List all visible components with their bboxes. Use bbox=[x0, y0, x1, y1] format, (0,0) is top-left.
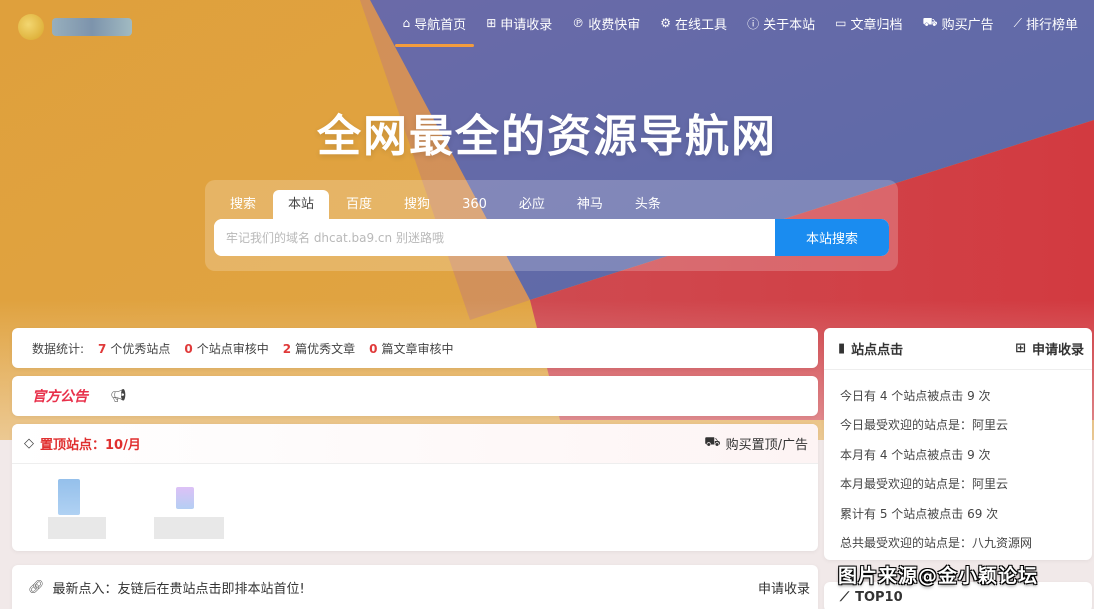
pinned-sites-card: ◇ 置顶站点：10/月 ⛟ 购买置顶/广告 bbox=[12, 424, 818, 551]
site-clicks-line: 累计有 5 个站点被点击 69 次 bbox=[840, 506, 999, 521]
plus-square-icon: ⊞ bbox=[486, 16, 497, 30]
search-engine-tabs: 搜索 本站 百度 搜狗 360 必应 神马 头条 bbox=[215, 190, 678, 220]
nav-item-5[interactable]: ▭ 文章归档 bbox=[835, 0, 902, 46]
latest-visits-bar: 🔗︎ 最新点入：友链后在贵站点击即排本站首位! 申请收录 bbox=[12, 565, 818, 609]
search-tab-6[interactable]: 神马 bbox=[562, 190, 618, 220]
nav-item-4[interactable]: ⓘ 关于本站 bbox=[747, 0, 815, 46]
nav-item-label: 申请收录 bbox=[500, 17, 553, 33]
stat-count: 2 bbox=[282, 341, 292, 356]
nav-item-1[interactable]: ⊞ 申请收录 bbox=[486, 0, 552, 46]
nav-item-label: 收费快审 bbox=[588, 17, 641, 33]
buy-pinned-link[interactable]: ⛟ 购买置顶/广告 bbox=[704, 434, 808, 453]
logo-mark-icon bbox=[18, 14, 44, 40]
stat-item: 7 个优秀站点 bbox=[98, 340, 170, 357]
hero-title: 全网最全的资源导航网 bbox=[317, 111, 777, 162]
cart-icon: ⛟ bbox=[922, 15, 938, 29]
search-tab-2[interactable]: 百度 bbox=[331, 190, 387, 220]
stat-item: 0 个站点审核中 bbox=[184, 340, 268, 357]
stat-item: 2 篇优秀文章 bbox=[283, 340, 355, 357]
info-icon: ⓘ bbox=[747, 16, 760, 31]
stat-count: 0 bbox=[184, 341, 193, 356]
nav-item-3[interactable]: ⚙ 在线工具 bbox=[660, 0, 727, 46]
site-clicks-header: ▮ 站点点击 ⊞ 申请收录 bbox=[824, 328, 1092, 370]
cart-icon: ⛟ bbox=[704, 435, 721, 450]
search-input[interactable] bbox=[214, 219, 775, 256]
site-clicks-title: 站点点击 bbox=[851, 343, 904, 358]
search-tab-3[interactable]: 搜狗 bbox=[389, 190, 445, 220]
pinned-title: 置顶站点：10/月 bbox=[40, 438, 141, 453]
stat-count: 0 bbox=[369, 341, 378, 356]
site-clicks-list: 今日有 4 个站点被点击 9 次今日最受欢迎的站点是：阿里云 本月有 4 个站点被… bbox=[824, 370, 1092, 558]
apply-label: 申请收录 bbox=[1031, 343, 1084, 358]
stats-label: 数据统计: bbox=[32, 341, 85, 356]
paypal-icon: ℗ bbox=[572, 16, 585, 30]
nav-item-6[interactable]: ⛟ 购买广告 bbox=[922, 0, 993, 46]
notice-bar: 官方公告 📢︎ bbox=[12, 376, 818, 416]
site-logo[interactable] bbox=[18, 10, 138, 44]
nav-item-label: 购买广告 bbox=[941, 17, 994, 33]
site-clicks-line: 本月最受欢迎的站点是：阿里云 bbox=[840, 477, 1009, 492]
line-chart-icon: ⟋ bbox=[1013, 15, 1022, 30]
stat-count: 7 bbox=[98, 341, 107, 356]
search-tab-1[interactable]: 本站 bbox=[273, 190, 330, 220]
stat-label: 个站点审核中 bbox=[196, 341, 269, 356]
apply-link[interactable]: 申请收录 bbox=[758, 578, 810, 597]
top10-title: TOP10 bbox=[855, 589, 903, 605]
search-button[interactable]: 本站搜索 bbox=[775, 219, 889, 256]
search-tab-5[interactable]: 必应 bbox=[504, 190, 560, 220]
gears-icon: ⚙ bbox=[660, 16, 672, 30]
main-nav: ⌂ 导航首页 ⊞ 申请收录 ℗ 收费快审 ⚙ 在线工具 ⓘ 关于本站 ▭ 文章归档 ⛟ 购买广告 ⟋ 排行榜单 bbox=[393, 0, 1094, 47]
search-panel: 搜索本站百度搜狗360必应神马头条 本站搜索 bbox=[205, 180, 898, 271]
nav-item-label: 排行榜单 bbox=[1025, 17, 1078, 33]
nav-item-0[interactable]: ⌂ 导航首页 bbox=[394, 0, 474, 47]
pinned-site-thumbnail[interactable] bbox=[48, 479, 108, 541]
stat-label: 篇文章审核中 bbox=[381, 341, 454, 356]
site-clicks-line: 今日最受欢迎的站点是：阿里云 bbox=[840, 418, 1009, 433]
site-clicks-line: 今日有 4 个站点被点击 9 次 bbox=[840, 389, 991, 403]
search-tab-4[interactable]: 360 bbox=[447, 190, 502, 220]
search-tab-7[interactable]: 头条 bbox=[620, 190, 676, 220]
search-row: 本站搜索 bbox=[214, 219, 889, 256]
nav-item-label: 文章归档 bbox=[850, 17, 903, 33]
plus-square-icon: ⊞ bbox=[1015, 341, 1026, 356]
nav-item-7[interactable]: ⟋ 排行榜单 bbox=[1014, 0, 1078, 46]
link-icon: 🔗︎ bbox=[28, 579, 45, 595]
diamond-icon: ◇ bbox=[24, 436, 34, 451]
notice-title: 官方公告 bbox=[32, 389, 88, 405]
bullhorn-icon: 📢︎ bbox=[110, 388, 127, 404]
stat-label: 个优秀站点 bbox=[110, 341, 171, 356]
logo-wordmark bbox=[52, 18, 132, 36]
nav-item-label: 关于本站 bbox=[763, 17, 816, 33]
stat-label: 篇优秀文章 bbox=[295, 341, 356, 356]
home-icon: ⌂ bbox=[402, 16, 411, 30]
buy-pinned-label: 购买置顶/广告 bbox=[725, 438, 808, 453]
stat-item: 0 篇文章审核中 bbox=[369, 340, 453, 357]
latest-text: 最新点入：友链后在贵站点击即排本站首位! bbox=[52, 581, 305, 597]
folder-open-icon: ▭ bbox=[835, 16, 847, 30]
site-clicks-line: 总共最受欢迎的站点是：八九资源网 bbox=[840, 535, 1033, 550]
site-clicks-widget: ▮ 站点点击 ⊞ 申请收录 今日有 4 个站点被点击 9 次今日最受欢迎的站点是… bbox=[824, 328, 1092, 560]
pinned-header: ◇ 置顶站点：10/月 ⛟ 购买置顶/广告 bbox=[12, 424, 818, 464]
search-tab-0[interactable]: 搜索 bbox=[215, 190, 271, 220]
bookmark-icon: ▮ bbox=[838, 341, 846, 356]
site-stats-bar: 数据统计: 7 个优秀站点 0 个站点审核中 2 篇优秀文章 0 篇文章审核中 bbox=[12, 328, 818, 368]
watermark: 图片来源@金小颖论坛 bbox=[838, 565, 1039, 587]
nav-item-2[interactable]: ℗ 收费快审 bbox=[572, 0, 640, 46]
line-chart-icon: ⟋ bbox=[840, 589, 850, 605]
apply-button[interactable]: ⊞ 申请收录 bbox=[1015, 339, 1084, 358]
site-clicks-line: 本月有 4 个站点被点击 9 次 bbox=[840, 447, 991, 462]
nav-item-label: 在线工具 bbox=[675, 17, 728, 33]
pinned-site-thumbnail[interactable] bbox=[154, 479, 226, 541]
nav-item-label: 导航首页 bbox=[414, 17, 467, 33]
